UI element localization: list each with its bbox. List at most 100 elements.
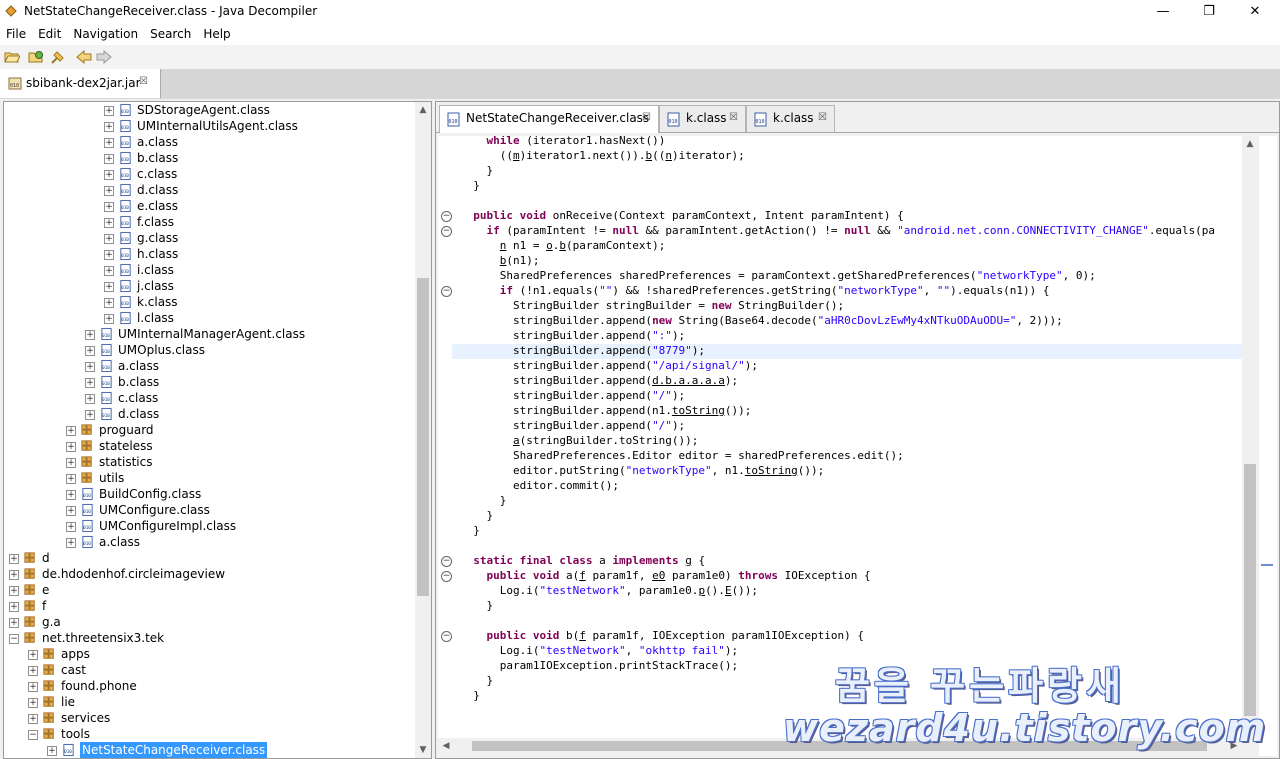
expand-icon[interactable]: +	[104, 314, 114, 324]
tree-package-item[interactable]: + g.a	[4, 614, 414, 630]
tree-class-item[interactable]: +010 i.class	[4, 262, 414, 278]
fold-icon[interactable]: −	[441, 226, 452, 237]
ruler-marker[interactable]	[1261, 564, 1273, 566]
expand-icon[interactable]: +	[9, 554, 19, 564]
tree-class-item[interactable]: +010 l.class	[4, 310, 414, 326]
minimize-button[interactable]: —	[1143, 2, 1183, 22]
tree-class-item[interactable]: +010 UMOplus.class	[4, 342, 414, 358]
open-file-icon[interactable]	[4, 49, 20, 65]
editor-tab-k-class-2[interactable]: 010 k.class ☒	[746, 105, 835, 132]
expand-icon[interactable]: +	[104, 282, 114, 292]
tree-class-item[interactable]: +010 c.class	[4, 166, 414, 182]
expand-icon[interactable]: +	[66, 458, 76, 468]
menu-file[interactable]: File	[0, 24, 32, 45]
tree-class-item[interactable]: +010 h.class	[4, 246, 414, 262]
scroll-up-arrow-icon[interactable]: ▲	[415, 102, 431, 118]
tree-package-item[interactable]: + e	[4, 582, 414, 598]
close-tab-icon[interactable]: ☒	[818, 112, 827, 123]
scroll-down-arrow-icon[interactable]: ▼	[415, 742, 431, 758]
expand-icon[interactable]: +	[85, 394, 95, 404]
tree-package-item[interactable]: + proguard	[4, 422, 414, 438]
expand-icon[interactable]: +	[85, 378, 95, 388]
tree-package-item[interactable]: + d	[4, 550, 414, 566]
expand-icon[interactable]: +	[104, 170, 114, 180]
code-view[interactable]: − − − − − − while (iterator1.hasNext()) …	[438, 136, 1258, 738]
editor-tab-netstatechangereceiver[interactable]: 010 NetStateChangeReceiver.class ☒	[439, 105, 659, 133]
fold-icon[interactable]: −	[441, 211, 452, 222]
close-tab-icon[interactable]: ☒	[139, 76, 148, 87]
expand-icon[interactable]: +	[28, 682, 38, 692]
tree-class-item[interactable]: +010 f.class	[4, 214, 414, 230]
expand-icon[interactable]: +	[85, 410, 95, 420]
expand-icon[interactable]: +	[85, 362, 95, 372]
tree-package-item[interactable]: + lie	[4, 694, 414, 710]
expand-icon[interactable]: +	[104, 298, 114, 308]
tree-class-item[interactable]: +010 UMInternalManagerAgent.class	[4, 326, 414, 342]
menu-navigation[interactable]: Navigation	[67, 24, 144, 45]
menu-search[interactable]: Search	[144, 24, 197, 45]
tree-package-item[interactable]: + de.hdodenhof.circleimageview	[4, 566, 414, 582]
tree-package-item[interactable]: + statistics	[4, 454, 414, 470]
tree-class-item[interactable]: +010 UMInternalUtilsAgent.class	[4, 118, 414, 134]
open-type-icon[interactable]	[28, 49, 44, 65]
expand-icon[interactable]: +	[66, 506, 76, 516]
expand-icon[interactable]: +	[66, 490, 76, 500]
tree-class-item[interactable]: +010 a.class	[4, 358, 414, 374]
expand-icon[interactable]: +	[66, 522, 76, 532]
tree-class-item[interactable]: +010 SDStorageAgent.class	[4, 102, 414, 118]
fold-icon[interactable]: −	[441, 556, 452, 567]
expand-icon[interactable]: +	[104, 266, 114, 276]
tree-class-item[interactable]: +010 c.class	[4, 390, 414, 406]
expand-icon[interactable]: +	[66, 426, 76, 436]
tree-package-item[interactable]: − net.threetensix3.tek	[4, 630, 414, 646]
tree-class-item[interactable]: +010 d.class	[4, 182, 414, 198]
tree-class-item[interactable]: +010 k.class	[4, 294, 414, 310]
close-button[interactable]: ✕	[1235, 2, 1275, 22]
tree-package-item[interactable]: + f	[4, 598, 414, 614]
expand-icon[interactable]: +	[104, 250, 114, 260]
fold-icon[interactable]: −	[441, 571, 452, 582]
tree-class-item[interactable]: +010 g.class	[4, 230, 414, 246]
expand-icon[interactable]: +	[104, 218, 114, 228]
maximize-button[interactable]: ❐	[1189, 2, 1229, 22]
tree-class-item[interactable]: +010 a.class	[4, 134, 414, 150]
close-tab-icon[interactable]: ☒	[729, 112, 738, 123]
tree-class-item[interactable]: +010 b.class	[4, 150, 414, 166]
code-scroll-thumb[interactable]	[1244, 464, 1256, 716]
tree-package-item[interactable]: + utils	[4, 470, 414, 486]
tree-package-item[interactable]: + apps	[4, 646, 414, 662]
expand-icon[interactable]: +	[104, 234, 114, 244]
expand-icon[interactable]: +	[104, 138, 114, 148]
expand-icon[interactable]: +	[9, 602, 19, 612]
back-arrow-icon[interactable]	[76, 49, 92, 65]
expand-icon[interactable]: +	[104, 122, 114, 132]
tree-class-item[interactable]: +010 UMConfigure.class	[4, 502, 414, 518]
fold-icon[interactable]: −	[441, 286, 452, 297]
expand-icon[interactable]: +	[28, 714, 38, 724]
expand-icon[interactable]: +	[28, 650, 38, 660]
tree-scroll-thumb[interactable]	[417, 278, 429, 596]
menu-edit[interactable]: Edit	[32, 24, 67, 45]
expand-icon[interactable]: +	[85, 346, 95, 356]
tree-class-item[interactable]: +010 d.class	[4, 406, 414, 422]
expand-icon[interactable]: +	[104, 186, 114, 196]
tree-package-item[interactable]: + cast	[4, 662, 414, 678]
search-icon[interactable]	[50, 49, 66, 65]
file-tab-sbibank-jar[interactable]: 010 sbibank-dex2jar.jar ☒	[0, 69, 161, 98]
expand-icon[interactable]: +	[104, 202, 114, 212]
expand-icon[interactable]: +	[9, 586, 19, 596]
tree-class-item[interactable]: +010 j.class	[4, 278, 414, 294]
tree-scrollbar[interactable]: ▲ ▼	[415, 102, 431, 758]
collapse-icon[interactable]: −	[9, 634, 19, 644]
package-tree[interactable]: +010 SDStorageAgent.class +010 UMInternalUt…	[3, 101, 432, 759]
tree-package-item[interactable]: + stateless	[4, 438, 414, 454]
tree-class-item[interactable]: +010 UMConfigureImpl.class	[4, 518, 414, 534]
expand-icon[interactable]: +	[66, 442, 76, 452]
expand-icon[interactable]: +	[47, 746, 57, 756]
tree-class-item[interactable]: +010 b.class	[4, 374, 414, 390]
tree-class-item[interactable]: +010 BuildConfig.class	[4, 486, 414, 502]
expand-icon[interactable]: +	[85, 330, 95, 340]
close-tab-icon[interactable]: ☒	[642, 112, 651, 123]
tree-class-item[interactable]: +010 a.class	[4, 534, 414, 550]
expand-icon[interactable]: +	[28, 698, 38, 708]
